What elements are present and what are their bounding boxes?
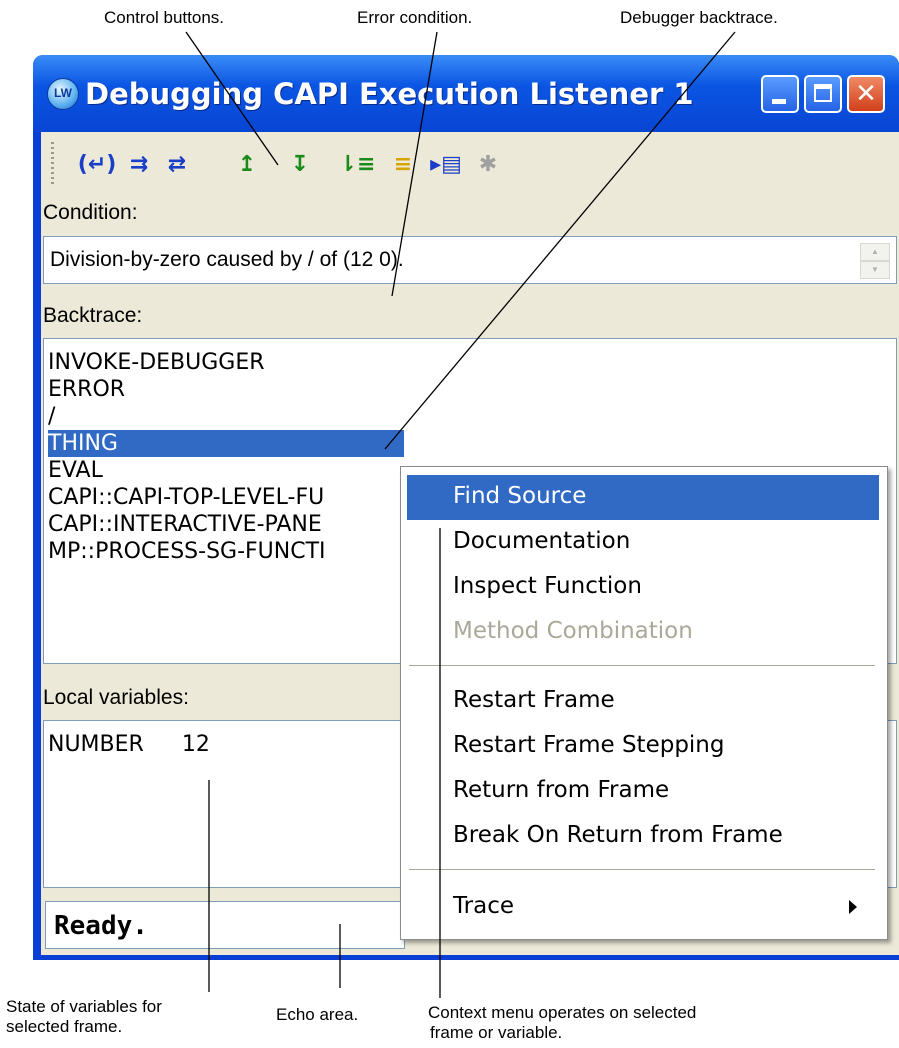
spin-down-icon[interactable]: ▼: [860, 261, 890, 279]
top-frame-icon[interactable]: ≡: [387, 148, 419, 180]
bottom-frame-icon[interactable]: ⇂≡: [339, 148, 376, 180]
menu-item-restart-frame-stepping[interactable]: Restart Frame Stepping: [407, 724, 879, 769]
toolbar-grip[interactable]: [51, 142, 54, 186]
callout-error-condition: Error condition.: [357, 8, 473, 27]
menu-item-label: Documentation: [453, 528, 631, 554]
step-through-icon[interactable]: ⇄: [161, 148, 193, 180]
callout-context-menu-line1: Context menu operates on selected: [428, 1003, 697, 1022]
menu-item-break-on-return-from-frame[interactable]: Break On Return from Frame: [407, 814, 879, 859]
bug-report-icon[interactable]: ✱: [472, 148, 504, 180]
menu-item-label: Trace: [453, 893, 515, 919]
menu-item-documentation[interactable]: Documentation: [407, 520, 879, 565]
menu-separator: [409, 665, 875, 667]
menu-item-method-combination: Method Combination: [407, 610, 879, 655]
maximize-button[interactable]: [804, 75, 842, 113]
lispworks-app-icon[interactable]: LW: [47, 78, 79, 110]
local-variables-label: Local variables:: [43, 686, 189, 709]
condition-field[interactable]: Division-by-zero caused by / of (12 0). …: [43, 236, 897, 284]
spin-up-icon[interactable]: ▲: [860, 243, 890, 261]
close-icon: ✕: [855, 79, 877, 109]
callout-context-menu-line2: frame or variable.: [430, 1023, 563, 1042]
down-frame-icon[interactable]: ↧: [284, 148, 316, 180]
minimize-icon: [772, 99, 786, 104]
variable-value: 12: [181, 732, 210, 757]
menu-separator: [409, 869, 875, 871]
backtrace-frame[interactable]: CAPI::INTERACTIVE-PANE: [48, 511, 322, 538]
condition-spinner[interactable]: ▲ ▼: [860, 243, 890, 281]
echo-area: Ready.: [45, 901, 405, 949]
menu-item-label: Break On Return from Frame: [453, 822, 783, 848]
backtrace-frame[interactable]: CAPI::CAPI-TOP-LEVEL-FU: [48, 484, 324, 511]
continue-icon[interactable]: (↵): [78, 148, 117, 180]
find-source-icon[interactable]: ▸▤: [430, 148, 462, 180]
echo-area-text: Ready.: [54, 911, 148, 941]
menu-item-label: Inspect Function: [453, 573, 642, 599]
callout-state-of-variables-line2: selected frame.: [6, 1017, 123, 1036]
menu-item-label: Restart Frame Stepping: [453, 732, 725, 758]
callout-echo-area: Echo area.: [276, 1005, 359, 1024]
condition-label: Condition:: [43, 201, 138, 224]
callout-state-of-variables-line1: State of variables for: [6, 997, 162, 1016]
backtrace-frame-selected[interactable]: THING: [48, 430, 404, 457]
maximize-icon: [814, 84, 832, 102]
menu-item-label: Restart Frame: [453, 687, 615, 713]
menu-item-return-from-frame[interactable]: Return from Frame: [407, 769, 879, 814]
condition-text: Division-by-zero caused by / of (12 0).: [50, 248, 404, 271]
menu-item-restart-frame[interactable]: Restart Frame: [407, 679, 879, 724]
variable-name: NUMBER: [48, 732, 144, 757]
backtrace-frame[interactable]: MP::PROCESS-SG-FUNCTI: [48, 538, 326, 565]
window-title: Debugging CAPI Execution Listener 1: [85, 77, 694, 111]
menu-item-label: Return from Frame: [453, 777, 670, 803]
title-bar[interactable]: LW Debugging CAPI Execution Listener 1 ✕: [33, 55, 899, 132]
menu-item-inspect-function[interactable]: Inspect Function: [407, 565, 879, 610]
context-menu: Find Source Documentation Inspect Functi…: [400, 466, 888, 940]
close-button[interactable]: ✕: [847, 75, 885, 113]
backtrace-frame[interactable]: /: [48, 403, 55, 430]
callout-control-buttons: Control buttons.: [104, 8, 225, 27]
step-over-icon[interactable]: ⇉: [123, 148, 155, 180]
callout-debugger-backtrace: Debugger backtrace.: [620, 8, 778, 27]
backtrace-frame[interactable]: INVOKE-DEBUGGER: [48, 349, 265, 376]
minimize-button[interactable]: [761, 75, 799, 113]
backtrace-frame[interactable]: ERROR: [48, 376, 125, 403]
menu-item-label: Find Source: [453, 483, 587, 509]
control-toolbar: (↵) ⇉ ⇄ ↥ ↧ ⇂≡ ≡ ▸▤ ✱: [41, 132, 899, 196]
menu-item-trace[interactable]: Trace: [407, 885, 879, 930]
backtrace-frame[interactable]: EVAL: [48, 457, 103, 484]
app-icon-text: LW: [54, 86, 72, 100]
menu-item-label: Method Combination: [453, 618, 693, 644]
menu-item-find-source[interactable]: Find Source: [407, 475, 879, 520]
up-frame-icon[interactable]: ↥: [231, 148, 263, 180]
local-variable-row[interactable]: NUMBER 12: [48, 731, 210, 758]
submenu-arrow-icon: [849, 900, 857, 914]
backtrace-label: Backtrace:: [43, 304, 143, 327]
